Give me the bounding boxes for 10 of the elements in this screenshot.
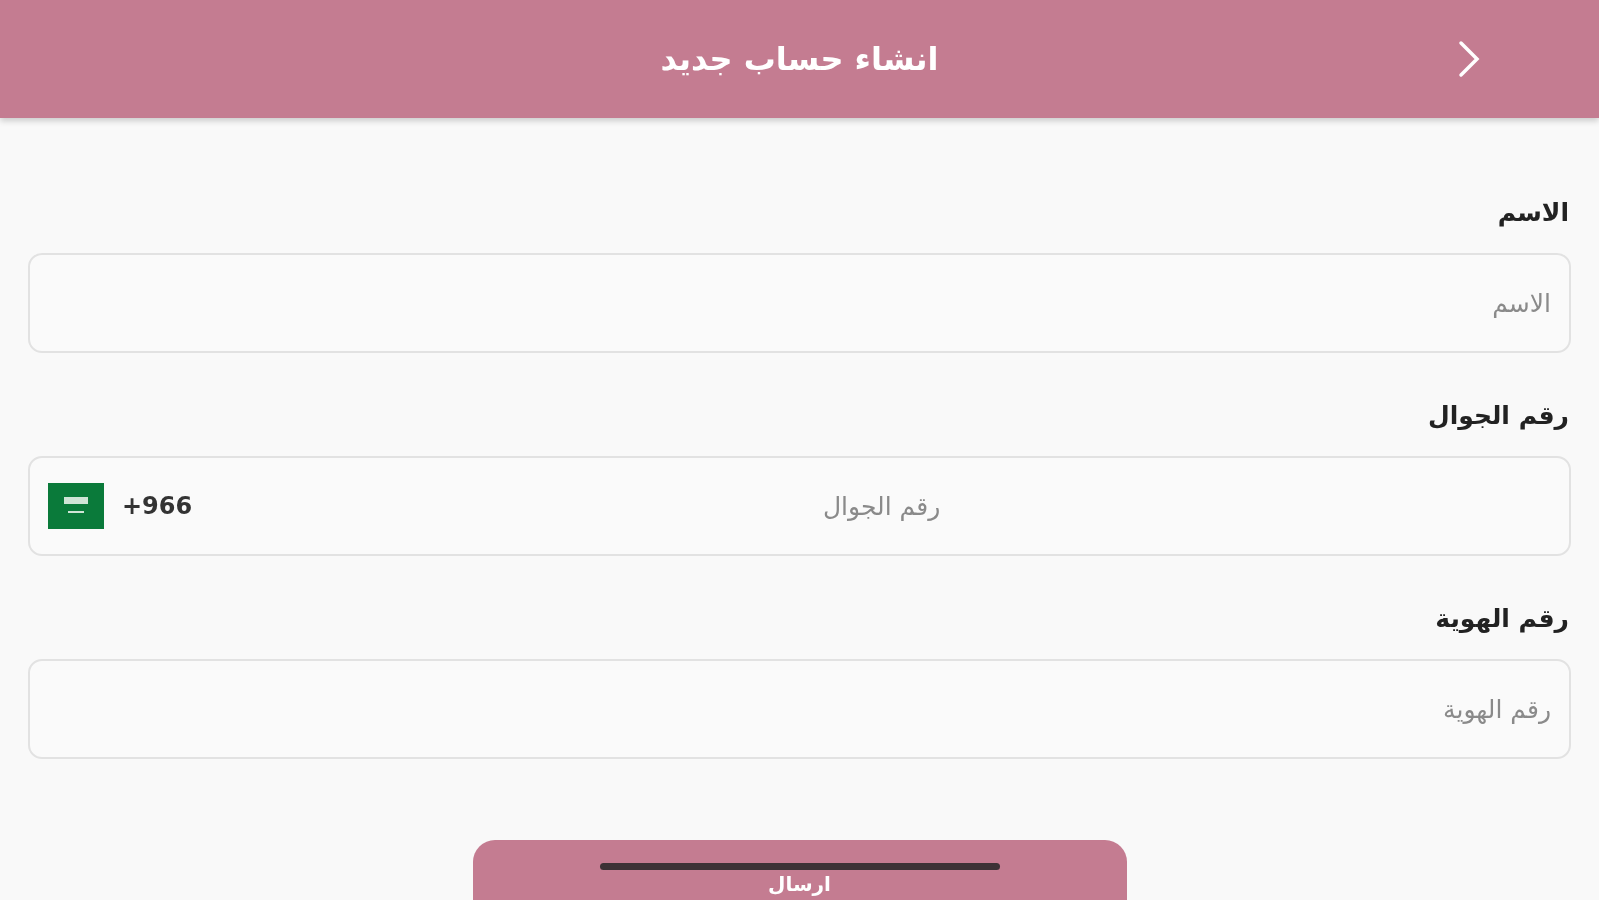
country-code: +966 [122,492,193,520]
field-label: رقم الهوية [1434,604,1569,633]
chevron-right-icon [1457,39,1481,79]
field-label: الاسم [1496,198,1569,227]
saudi-flag-icon [48,483,104,529]
input-field[interactable]: رقم الهوية [28,659,1571,759]
phone-input[interactable]: رقم الجوال [210,475,1553,537]
input-field[interactable]: الاسم [28,253,1571,353]
page-title: انشاء حساب جديد [660,40,939,78]
field-label: رقم الجوال [1427,401,1569,430]
